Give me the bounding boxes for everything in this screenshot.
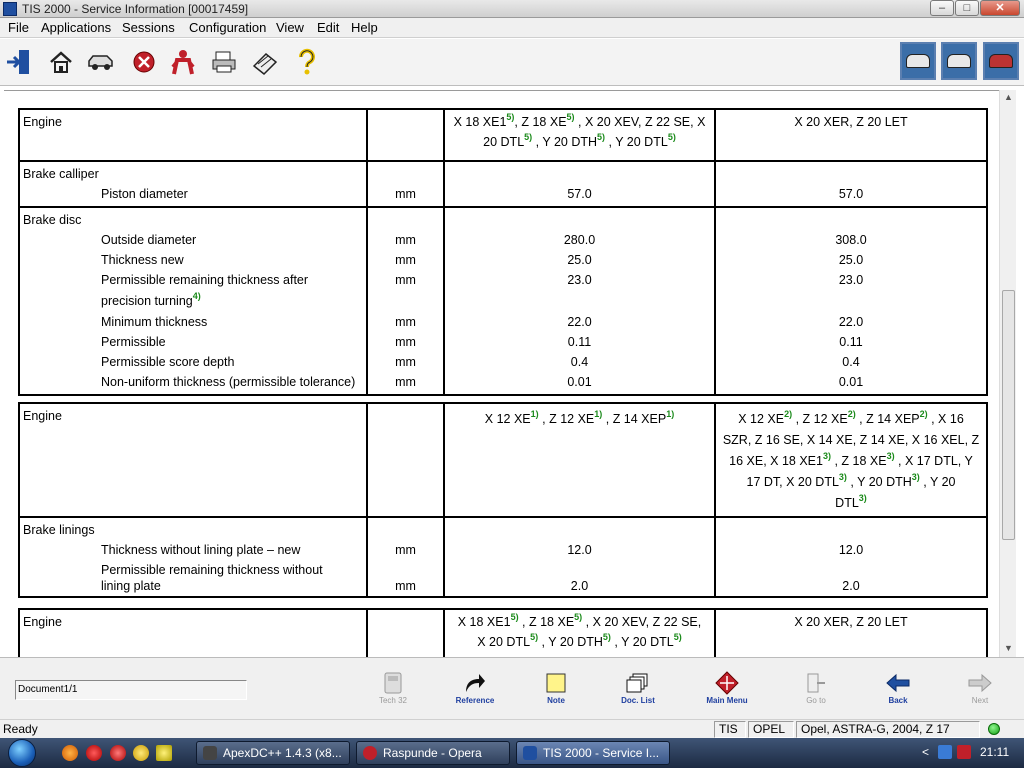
tech32-button[interactable]: Tech 32	[363, 672, 423, 716]
help-icon[interactable]	[292, 47, 322, 77]
status-text: Ready	[3, 722, 38, 736]
home-icon[interactable]	[46, 47, 76, 77]
table-row: Brake linings Thickness without lining p…	[18, 516, 988, 598]
notepad-icon[interactable]	[250, 47, 280, 77]
title-bar: TIS 2000 - Service Information [00017459…	[0, 0, 1024, 18]
menu-view[interactable]: View	[276, 20, 304, 35]
vehicle-select-icon[interactable]	[900, 42, 936, 80]
menu-file[interactable]: File	[8, 20, 29, 35]
scrollbar-thumb[interactable]	[1002, 290, 1015, 540]
table-row: Engine X 18 XE15), Z 18 XE5) , X 20 XEV,…	[18, 108, 988, 162]
task-tis2000[interactable]: TIS 2000 - Service I...	[516, 741, 670, 765]
apexdc-icon	[203, 746, 217, 760]
engine-label: Engine	[18, 402, 368, 518]
spec-table-brake-disc: Engine X 18 XE15), Z 18 XE5) , X 20 XEV,…	[18, 108, 988, 396]
table-row: Engine X 12 XE1) , Z 12 XE1) , Z 14 XEP1…	[18, 402, 988, 518]
doc-list-icon	[625, 672, 651, 694]
main-menu-button[interactable]: Main Menu	[697, 671, 757, 716]
status-bar: Ready TIS OPEL Opel, ASTRA-G, 2004, Z 17…	[0, 719, 1024, 751]
maximize-button[interactable]: □	[955, 0, 979, 16]
minimize-button[interactable]: –	[930, 0, 954, 16]
section-title: Brake disc	[23, 213, 82, 227]
firefox-icon[interactable]	[62, 745, 78, 761]
scroll-up-icon[interactable]: ▲	[1004, 92, 1013, 102]
tis-task-icon	[523, 746, 537, 760]
back-button[interactable]: Back	[868, 672, 928, 716]
row-label: Piston diameter	[101, 187, 188, 201]
document-content[interactable]: Engine X 18 XE15), Z 18 XE5) , X 20 XEV,…	[4, 90, 999, 657]
taskbar: ApexDC++ 1.4.3 (x8... Raspunde - Opera T…	[0, 738, 1024, 768]
table-row: Brake calliper Piston diameter mm 57.0 5…	[18, 160, 988, 208]
menu-applications[interactable]: Applications	[41, 20, 111, 35]
tech32-icon	[380, 672, 406, 694]
vehicle-red-icon[interactable]	[983, 42, 1019, 80]
stop-icon[interactable]	[129, 47, 159, 77]
doc-list-button[interactable]: Doc. List	[608, 672, 668, 716]
task-apexdc[interactable]: ApexDC++ 1.4.3 (x8...	[196, 741, 350, 765]
engine-variants-col1: X 18 XE15) , Z 18 XE5) , X 20 XEV, Z 22 …	[443, 608, 716, 657]
back-arrow-icon	[885, 672, 911, 694]
menu-edit[interactable]: Edit	[317, 20, 339, 35]
vertical-scrollbar[interactable]: ▲ ▼	[999, 90, 1016, 657]
goto-icon	[803, 672, 829, 694]
person-icon[interactable]	[168, 47, 198, 77]
spec-table-brake-linings: Engine X 12 XE1) , Z 12 XE1) , Z 14 XEP1…	[18, 402, 988, 598]
connection-status-icon	[988, 723, 1000, 735]
status-tis: TIS	[714, 721, 746, 738]
section-title: Brake calliper	[23, 167, 99, 181]
bottom-panel: Document1/1 Tech 32 Reference Note Doc. …	[0, 657, 1024, 719]
engine-label: Engine	[18, 108, 368, 162]
messenger-icon[interactable]	[133, 745, 149, 761]
engine-variants-col2: X 20 XER, Z 20 LET	[714, 108, 988, 162]
menu-bar: File Applications Sessions Configuration…	[0, 18, 1024, 38]
close-button[interactable]: ✕	[980, 0, 1020, 16]
clock: 21:11	[980, 745, 1010, 759]
table-row: Brake disc Outside diameter Thickness ne…	[18, 206, 988, 396]
exit-icon[interactable]	[4, 47, 34, 77]
toolbar	[0, 39, 1024, 86]
engine-variants-col2: X 20 XER, Z 20 LET	[714, 608, 988, 657]
table-row: Engine X 18 XE15) , Z 18 XE5) , X 20 XEV…	[18, 608, 988, 657]
vehicle-info-icon[interactable]	[941, 42, 977, 80]
next-arrow-icon	[967, 672, 993, 694]
window-title: TIS 2000 - Service Information [00017459…	[22, 2, 249, 16]
start-button[interactable]	[2, 738, 42, 768]
reference-arrow-icon	[462, 672, 488, 694]
tis-app-icon	[3, 2, 17, 16]
main-menu-icon	[714, 671, 740, 695]
document-indicator: Document1/1	[15, 680, 247, 700]
menu-configuration[interactable]: Configuration	[189, 20, 266, 35]
goto-button[interactable]: Go to	[786, 672, 846, 716]
print-icon[interactable]	[209, 47, 239, 77]
engine-variants-col1: X 18 XE15), Z 18 XE5) , X 20 XEV, Z 22 S…	[443, 108, 716, 162]
vehicle-icon[interactable]	[86, 47, 116, 77]
spec-table-brake-next: Engine X 18 XE15) , Z 18 XE5) , X 20 XEV…	[18, 608, 988, 657]
windows-orb-icon	[8, 739, 36, 767]
window-controls: – □ ✕	[929, 0, 1020, 16]
menu-help[interactable]: Help	[351, 20, 378, 35]
menu-sessions[interactable]: Sessions	[122, 20, 175, 35]
scroll-down-icon[interactable]: ▼	[1004, 643, 1013, 653]
next-button[interactable]: Next	[950, 672, 1010, 716]
reference-button[interactable]: Reference	[445, 672, 505, 716]
network-icon[interactable]	[938, 745, 952, 759]
tray-expand-icon[interactable]: <	[922, 745, 936, 759]
section-title: Brake linings	[23, 523, 95, 537]
opera-task-icon	[363, 746, 377, 760]
engine-label: Engine	[18, 608, 368, 657]
tray-alert-icon[interactable]	[957, 745, 971, 759]
status-vehicle: Opel, ASTRA-G, 2004, Z 17 DTL	[796, 721, 980, 751]
power-icon[interactable]	[110, 745, 126, 761]
lightning-icon[interactable]	[156, 745, 172, 761]
task-opera[interactable]: Raspunde - Opera	[356, 741, 510, 765]
opera-icon[interactable]	[86, 745, 102, 761]
engine-variants-col1: X 12 XE1) , Z 12 XE1) , Z 14 XEP1)	[443, 402, 716, 518]
note-icon	[543, 672, 569, 694]
engine-variants-col2: X 12 XE2) , Z 12 XE2) , Z 14 XEP2) , X 1…	[714, 402, 988, 518]
note-button[interactable]: Note	[526, 672, 586, 716]
status-make: OPEL	[748, 721, 794, 738]
